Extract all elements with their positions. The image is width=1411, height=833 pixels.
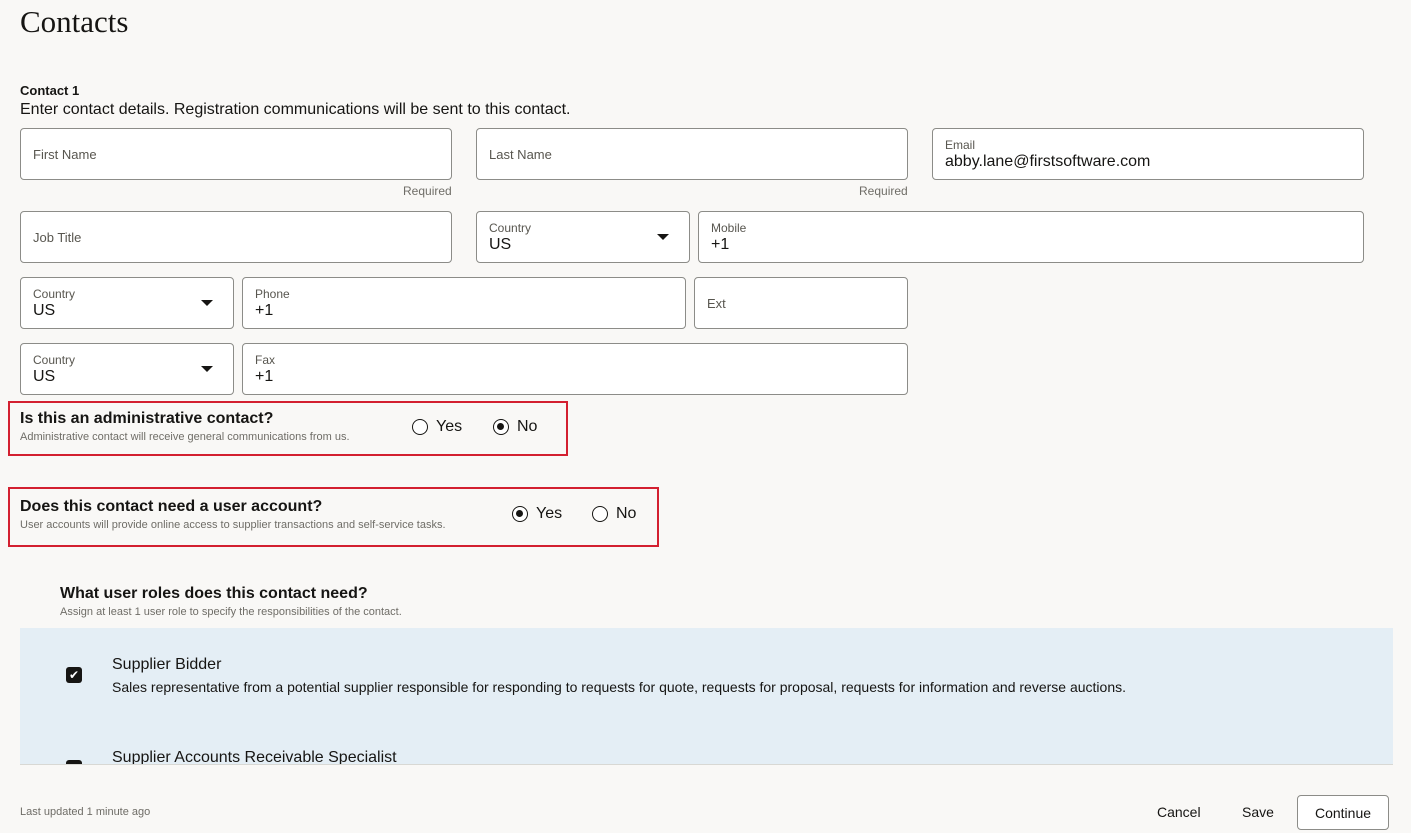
contact-heading: Contact 1 [20,83,80,98]
chevron-down-icon[interactable] [201,366,213,372]
last-updated-text: Last updated 1 minute ago [20,806,151,818]
phone-value: +1 [255,302,274,319]
mobile-value: +1 [711,236,730,253]
ext-field[interactable]: Ext [694,277,908,329]
mobile-field[interactable]: Mobile +1 [698,211,1364,263]
account-question-title: Does this contact need a user account? [20,498,323,515]
fax-value: +1 [255,368,274,385]
page-title: Contacts [20,4,129,39]
role-name: Supplier Accounts Receivable Specialist [112,749,397,765]
list-item: ✔ Supplier Bidder Sales representative f… [20,628,1393,723]
mobile-country-select[interactable]: Country US [476,211,690,263]
first-name-label: First Name [33,147,97,162]
email-field[interactable]: Email abby.lane@firstsoftware.com [932,128,1364,180]
phone-label: Phone [255,287,290,301]
fax-country-select[interactable]: Country US [20,343,234,395]
chevron-down-icon[interactable] [201,300,213,306]
roles-subtitle: Assign at least 1 user role to specify t… [60,606,402,618]
list-item: ✔ Supplier Accounts Receivable Specialis… [20,723,1393,765]
fax-country-value: US [33,368,56,385]
role-description: Sales representative from a potential su… [112,679,1127,695]
last-name-label: Last Name [489,147,552,162]
radio-selected-icon [493,419,509,435]
fax-country-label: Country [33,353,76,367]
contact-description: Enter contact details. Registration comm… [20,101,571,118]
admin-no-radio[interactable]: No [493,418,537,436]
roles-title: What user roles does this contact need? [60,585,368,602]
first-name-required-hint: Required [403,184,452,198]
checkbox-checked-icon[interactable]: ✔ [66,760,82,764]
checkbox-checked-icon[interactable]: ✔ [66,667,82,683]
mobile-country-label: Country [489,221,532,235]
fax-label: Fax [255,353,276,367]
admin-question-subtitle: Administrative contact will receive gene… [20,431,350,443]
account-yes-label: Yes [536,505,563,522]
cancel-button[interactable]: Cancel [1157,804,1201,820]
admin-no-label: No [517,418,538,435]
role-name: Supplier Bidder [112,656,222,673]
save-button[interactable]: Save [1242,804,1274,820]
phone-country-value: US [33,302,56,319]
job-title-label: Job Title [33,230,82,245]
admin-yes-radio[interactable]: Yes [412,418,462,436]
job-title-field[interactable]: Job Title [20,211,452,263]
email-value: abby.lane@firstsoftware.com [945,153,1151,170]
mobile-label: Mobile [711,221,747,235]
admin-question-title: Is this an administrative contact? [20,410,274,427]
chevron-down-icon[interactable] [657,234,669,240]
radio-selected-icon [512,506,528,522]
last-name-required-hint: Required [859,184,908,198]
mobile-country-value: US [489,236,512,253]
last-name-field[interactable]: Last Name [476,128,908,180]
ext-label: Ext [707,296,726,311]
account-no-radio[interactable]: No [592,505,636,523]
account-no-label: No [616,505,637,522]
roles-list: ✔ Supplier Bidder Sales representative f… [20,628,1393,765]
radio-unselected-icon [592,506,608,522]
continue-button[interactable]: Continue [1297,795,1389,830]
first-name-field[interactable]: First Name [20,128,452,180]
phone-country-select[interactable]: Country US [20,277,234,329]
account-question-subtitle: User accounts will provide online access… [20,519,446,531]
email-label: Email [945,138,976,152]
fax-field[interactable]: Fax +1 [242,343,908,395]
phone-country-label: Country [33,287,76,301]
account-yes-radio[interactable]: Yes [512,505,562,523]
radio-unselected-icon [412,419,428,435]
admin-yes-label: Yes [436,418,463,435]
phone-field[interactable]: Phone +1 [242,277,686,329]
